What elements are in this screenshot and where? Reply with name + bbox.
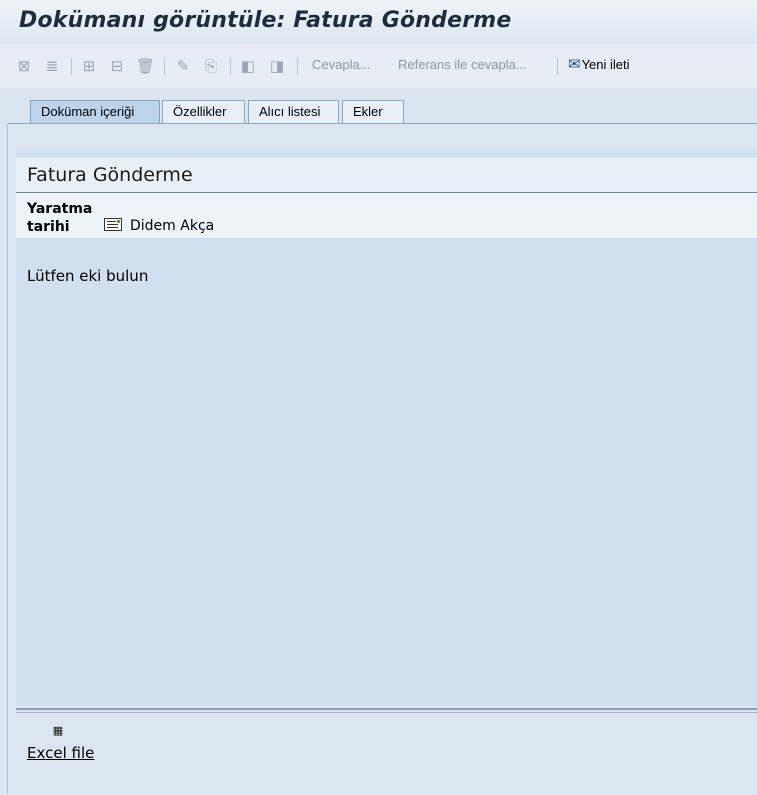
delete-icon[interactable]: 🗑 bbox=[136, 56, 155, 76]
frame-edge bbox=[7, 124, 8, 793]
document-body: Lütfen eki bulun bbox=[27, 267, 149, 285]
attachment-link[interactable]: Excel file bbox=[27, 744, 94, 762]
attachment-area bbox=[16, 708, 757, 795]
previous-icon[interactable]: ◧ bbox=[239, 56, 257, 76]
document-meta bbox=[16, 193, 757, 238]
tab-underline bbox=[8, 123, 757, 124]
edit-icon[interactable]: ✎ bbox=[174, 56, 192, 76]
reply-button[interactable]: Cevapla... bbox=[312, 57, 371, 72]
toolbar: ⊠ ≣ ⊞ ⊟ 🗑 ✎ ⎘ ◧ ◨ Cevapla... Referans il… bbox=[0, 44, 757, 89]
attachment-divider bbox=[16, 712, 757, 713]
attachment-icon[interactable]: ⎘ bbox=[202, 56, 220, 76]
structure-icon[interactable]: ⊟ bbox=[108, 56, 126, 76]
tab-properties[interactable]: Özellikler bbox=[162, 100, 245, 123]
excel-file-icon[interactable]: ▦ bbox=[51, 724, 65, 738]
close-window-icon[interactable]: ⊠ bbox=[15, 56, 33, 76]
tab-attachments[interactable]: Ekler bbox=[342, 100, 404, 123]
title-bar: Dokümanı görüntüle: Fatura Gönderme bbox=[0, 0, 757, 44]
new-message-button[interactable]: ✉Yeni ileti bbox=[568, 55, 630, 77]
next-icon[interactable]: ◨ bbox=[268, 56, 286, 76]
created-by-value: Didem Akça bbox=[130, 218, 215, 234]
new-message-label: Yeni ileti bbox=[581, 57, 630, 72]
document-title: Fatura Gönderme bbox=[27, 164, 193, 186]
hierarchy-icon[interactable]: ⊞ bbox=[80, 56, 98, 76]
tab-recipient-list[interactable]: Alıcı listesi bbox=[248, 100, 339, 123]
tab-document-content[interactable]: Doküman içeriği bbox=[30, 100, 160, 123]
user-card-icon bbox=[104, 218, 122, 231]
new-message-icon: ✉ bbox=[568, 56, 581, 73]
print-icon[interactable]: ≣ bbox=[43, 56, 61, 76]
created-label: Yaratma tarihi bbox=[27, 201, 93, 235]
page-title: Dokümanı görüntüle: Fatura Gönderme bbox=[19, 8, 512, 33]
reply-with-reference-button[interactable]: Referans ile cevapla... bbox=[398, 57, 527, 72]
